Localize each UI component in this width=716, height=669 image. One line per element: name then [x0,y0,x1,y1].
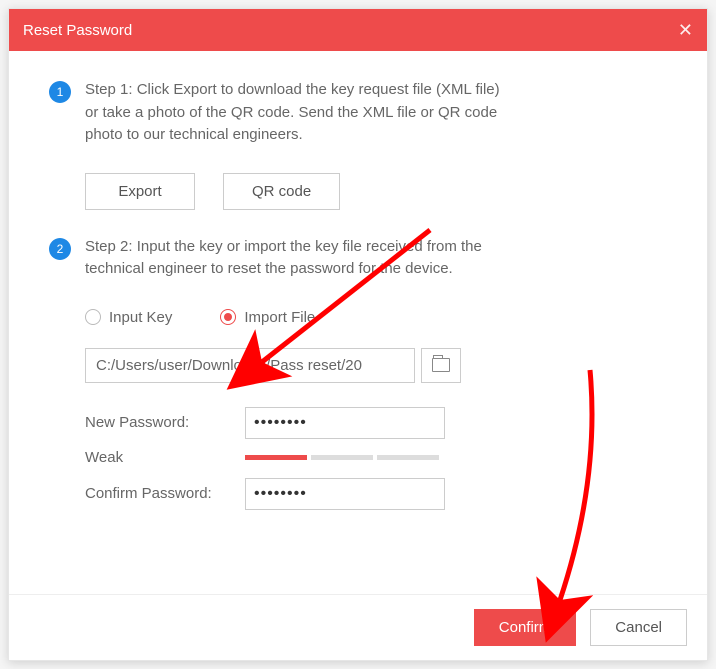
confirm-password-input[interactable] [245,478,445,510]
strength-bar [245,455,307,460]
radio-import-file[interactable]: Import File [220,309,315,326]
titlebar: Reset Password ✕ [9,9,707,51]
export-button[interactable]: Export [85,173,195,210]
import-mode-radios: Input Key Import File [85,309,667,326]
password-strength-row: Weak [85,449,667,466]
radio-circle-icon [220,309,236,325]
close-icon[interactable]: ✕ [678,20,693,41]
dialog-title: Reset Password [23,22,132,39]
radio-import-file-label: Import File [244,309,315,326]
qr-code-button[interactable]: QR code [223,173,340,210]
cancel-button[interactable]: Cancel [590,609,687,646]
browse-button[interactable] [421,348,461,383]
new-password-input[interactable] [245,407,445,439]
confirm-password-row: Confirm Password: [85,478,667,510]
strength-bar [311,455,373,460]
confirm-button[interactable]: Confirm [474,609,577,646]
new-password-row: New Password: [85,407,667,439]
step-1-buttons: Export QR code [85,173,667,210]
password-strength-meter [245,455,439,460]
step-1: 1 Step 1: Click Export to download the k… [49,79,667,147]
step-badge-1: 1 [49,81,71,103]
radio-input-key[interactable]: Input Key [85,309,172,326]
dialog-footer: Confirm Cancel [9,594,707,660]
radio-circle-icon [85,309,101,325]
step-2-text: Step 2: Input the key or import the key … [85,236,505,281]
file-path-row: C:/Users/user/Downloads/Pass reset/20 [85,348,667,383]
new-password-label: New Password: [85,414,245,431]
confirm-password-label: Confirm Password: [85,485,245,502]
step-2: 2 Step 2: Input the key or import the ke… [49,236,667,281]
password-strength-label: Weak [85,449,245,466]
step-badge-2: 2 [49,238,71,260]
step-1-text: Step 1: Click Export to download the key… [85,79,505,147]
radio-input-key-label: Input Key [109,309,172,326]
file-path-input[interactable]: C:/Users/user/Downloads/Pass reset/20 [85,348,415,383]
dialog-body: 1 Step 1: Click Export to download the k… [9,51,707,594]
folder-icon [432,358,450,372]
reset-password-dialog: Reset Password ✕ 1 Step 1: Click Export … [8,8,708,661]
strength-bar [377,455,439,460]
